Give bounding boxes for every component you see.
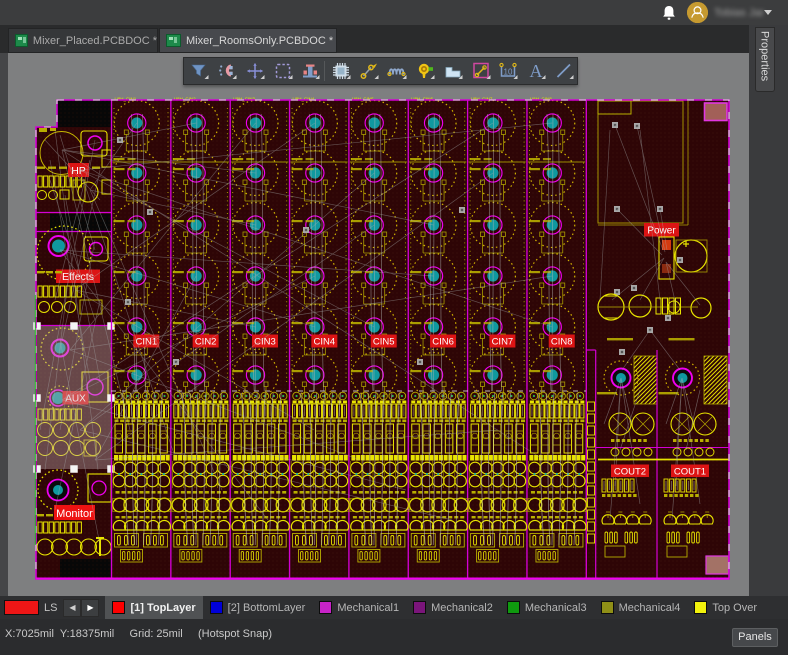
svg-text:10: 10 bbox=[504, 68, 513, 77]
svg-text:Monitor: Monitor bbox=[56, 508, 93, 520]
svg-text:COUT2: COUT2 bbox=[614, 467, 646, 478]
svg-text:CIN2: CIN2 bbox=[195, 337, 217, 348]
svg-text:CIN4: CIN4 bbox=[314, 337, 336, 348]
svg-text:CIN7: CIN7 bbox=[492, 337, 514, 348]
svg-text:CIN5: CIN5 bbox=[373, 337, 395, 348]
svg-text:CIN3: CIN3 bbox=[254, 337, 276, 348]
svg-text:CIN8: CIN8 bbox=[551, 337, 573, 348]
svg-text:CIN6: CIN6 bbox=[432, 337, 454, 348]
svg-text:A: A bbox=[530, 61, 543, 81]
svg-text:COUT1: COUT1 bbox=[674, 467, 706, 478]
